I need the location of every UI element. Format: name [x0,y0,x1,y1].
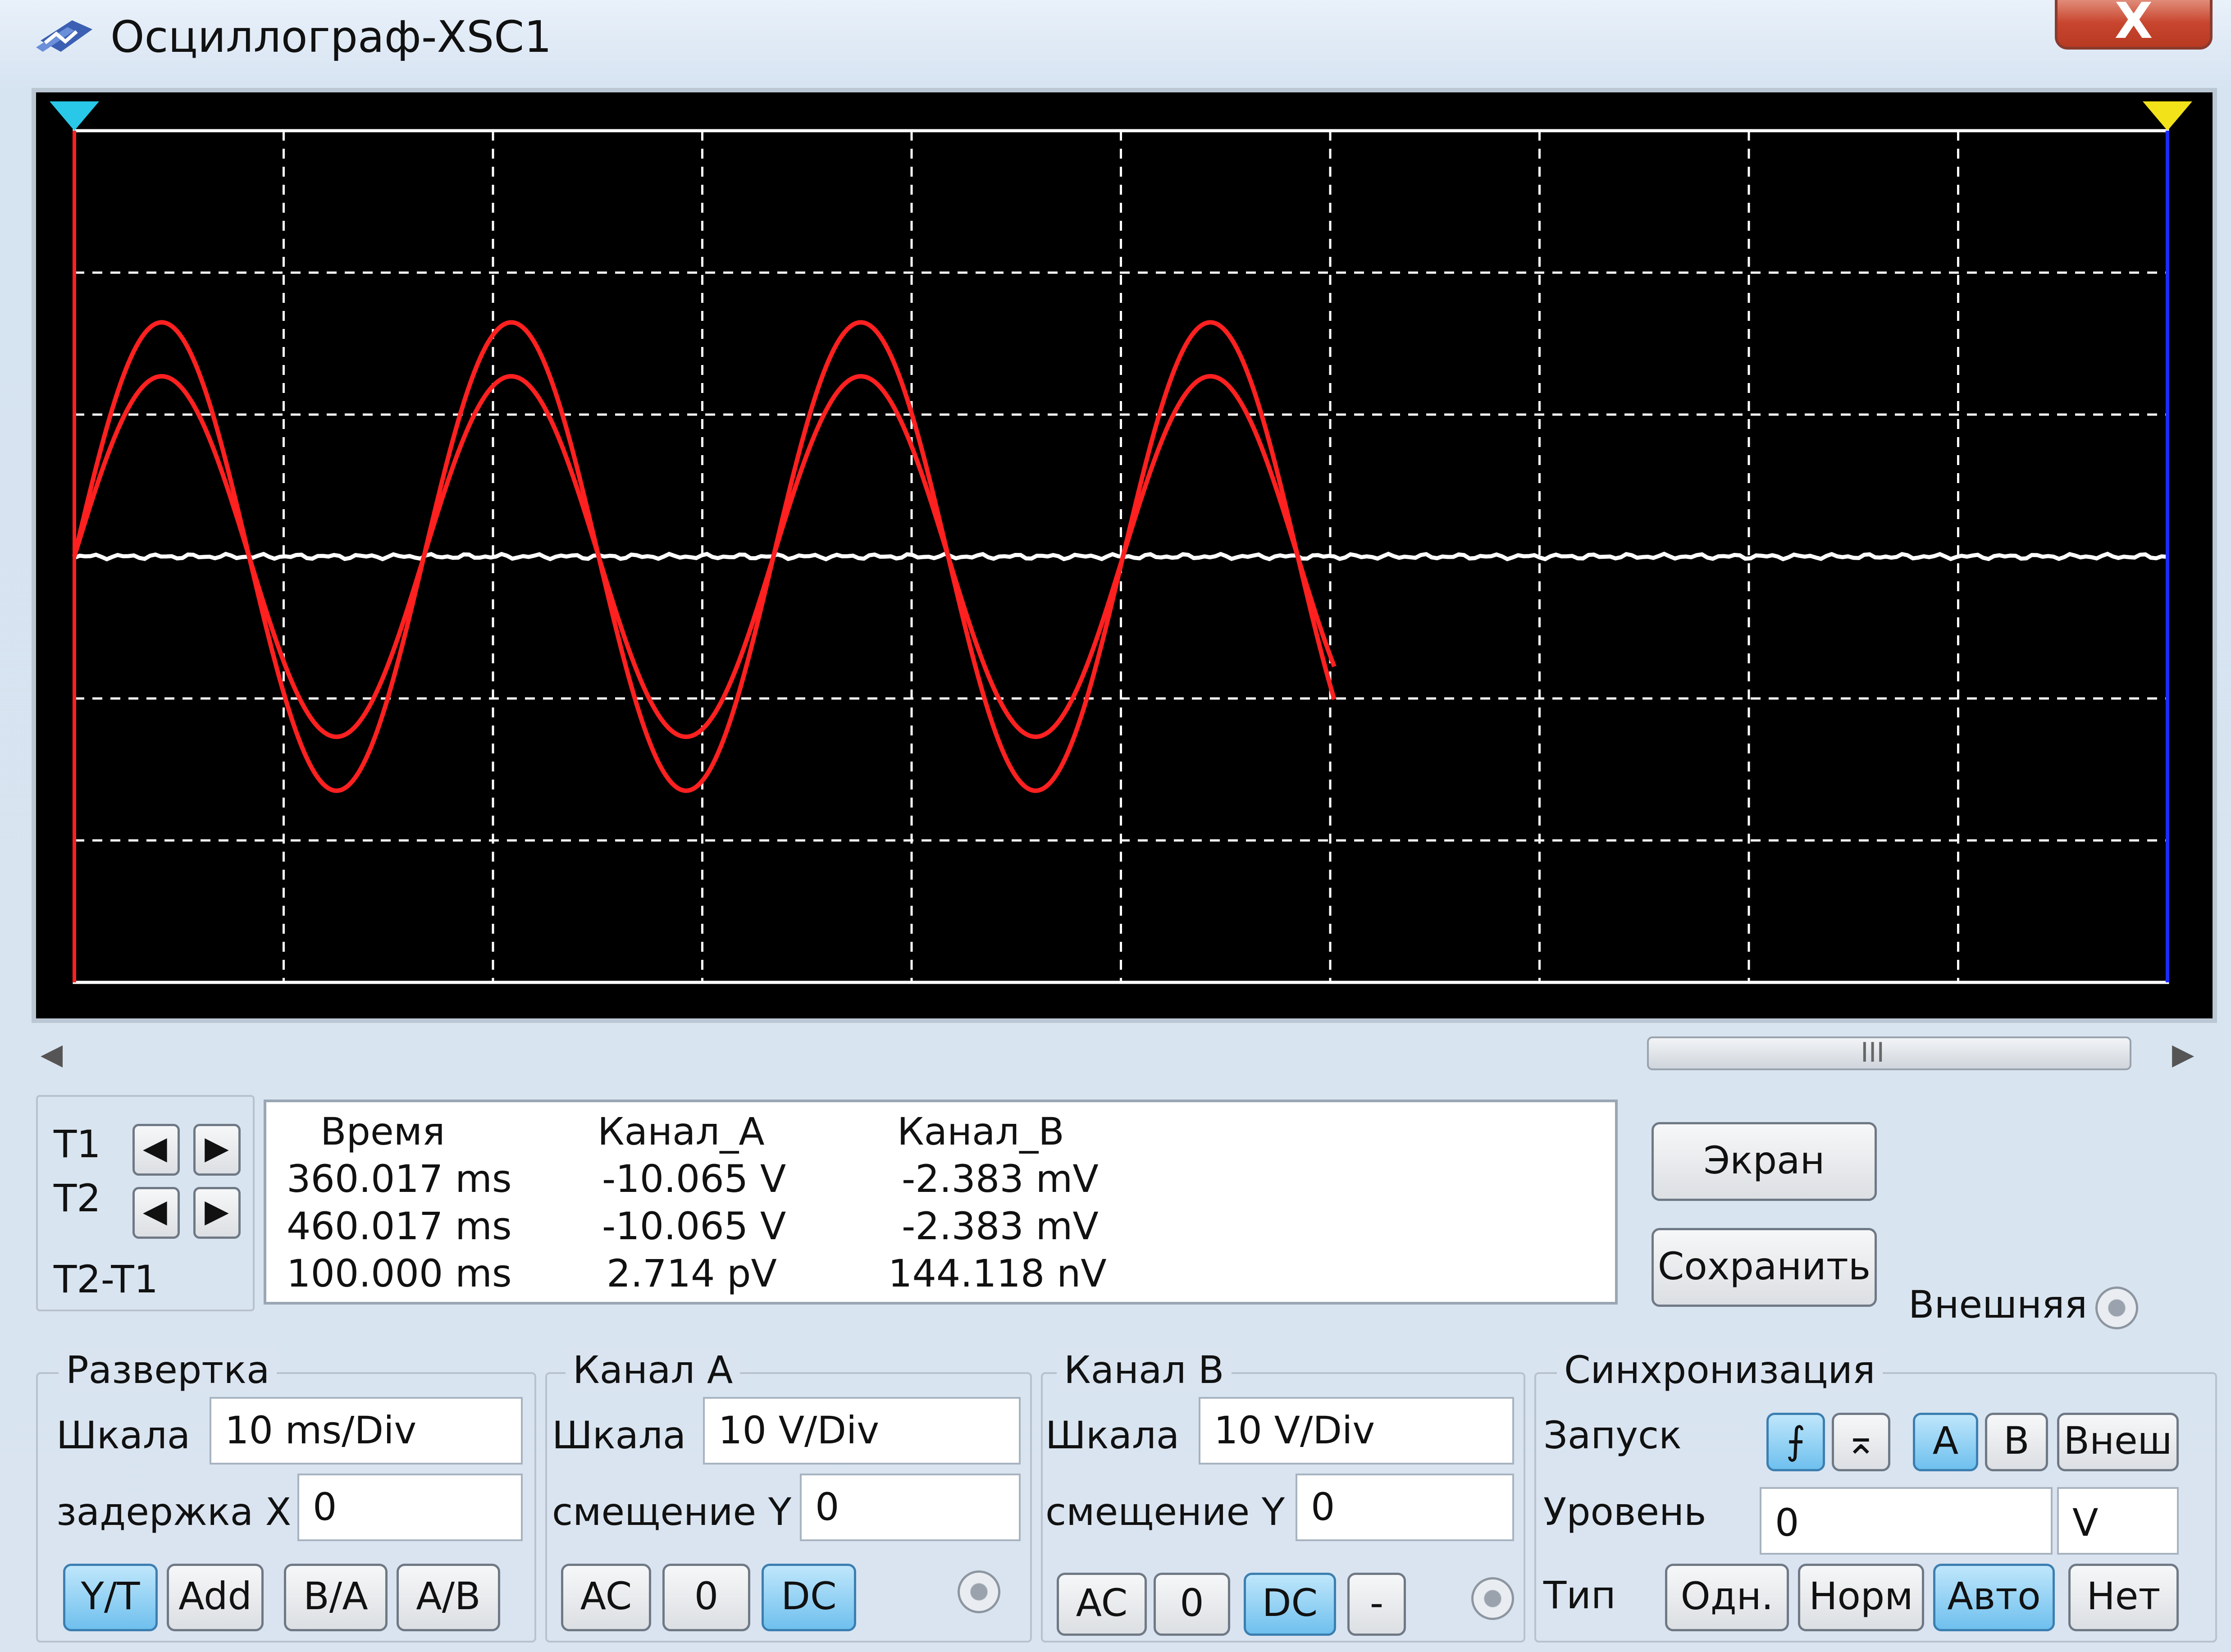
channel-b-title: Канал B [1057,1347,1232,1392]
save-button[interactable]: Сохранить [1652,1228,1877,1307]
trigger-none-button[interactable]: Нет [2068,1564,2179,1631]
arrow-right-icon: ▶ [205,1129,229,1166]
trigger-level-unit[interactable]: V [2057,1487,2179,1555]
trigger-level-label: Уровень [1543,1490,1706,1534]
trigger-type-label: Тип [1543,1573,1616,1617]
trigger-source-b-button[interactable]: B [1985,1413,2048,1471]
oscilloscope-window: Осциллограф-XSC1 X ◀ III ▶ T1 ◀ ▶ T2 ◀ ▶… [0,0,2231,1652]
cursor-t1-label: T1 [54,1122,101,1166]
channel-b-offset-field[interactable]: 0 [1296,1474,1514,1541]
external-trigger-terminal[interactable] [2095,1287,2138,1329]
title-bar: Осциллограф-XSC1 X [0,0,2231,79]
trigger-level-field[interactable]: 0 [1760,1487,2053,1555]
scroll-right-icon[interactable]: ▶ [2172,1032,2194,1077]
readout-header-channel-a: Канал_A [598,1109,765,1154]
arrow-left-icon: ◀ [143,1192,167,1229]
channel-a-title: Канал A [566,1347,740,1392]
cursor-controls: T1 ◀ ▶ T2 ◀ ▶ T2-T1 [36,1095,255,1311]
measurement-readout: Время Канал_A Канал_B 360.017 ms -10.065… [264,1100,1618,1305]
channel-a-scale-field[interactable]: 10 V/Div [703,1397,1021,1465]
sweep-delay-field[interactable]: 0 [297,1474,523,1541]
readout-t2-channel-b: -2.383 mV [902,1204,1099,1248]
scope-display [32,88,2217,1023]
readout-diff-time: 100.000 ms [287,1251,512,1296]
mode-ba-button[interactable]: B/A [284,1564,388,1631]
readout-t2-time: 460.017 ms [287,1204,512,1248]
channel-b-scale-label: Шкала [1045,1413,1180,1457]
channel-a-scale-label: Шкала [552,1413,686,1457]
channel-b-dc-button[interactable]: DC [1244,1573,1336,1636]
readout-t2-channel-a: -10.065 V [602,1204,786,1248]
close-button[interactable]: X [2055,0,2213,50]
readout-header-channel-b: Канал_B [897,1109,1064,1154]
external-trigger-label: Внешняя [1908,1282,2088,1327]
horizontal-scrollbar[interactable]: ◀ III ▶ [32,1030,2217,1079]
trigger-title: Синхронизация [1557,1347,1883,1392]
scope-screen [36,92,2213,1018]
channel-a-offset-field[interactable]: 0 [800,1474,1021,1541]
channel-a-dc-button[interactable]: DC [762,1564,856,1631]
sweep-scale-field[interactable]: 10 ms/Div [210,1397,523,1465]
screen-button[interactable]: Экран [1652,1122,1877,1201]
trigger-rising-edge-button[interactable]: ⨍ [1766,1413,1825,1471]
arrow-right-icon: ▶ [205,1192,229,1229]
trigger-single-button[interactable]: Одн. [1665,1564,1789,1631]
cursor-t2-label: T2 [54,1176,101,1220]
readout-t1-channel-a: -10.065 V [602,1157,786,1201]
arrow-left-icon: ◀ [143,1129,167,1166]
trigger-auto-button[interactable]: Авто [1933,1564,2055,1631]
trigger-source-a-button[interactable]: A [1913,1413,1978,1471]
readout-header-time: Время [320,1109,445,1154]
channel-a-offset-label: смещение Y [552,1490,792,1534]
channel-a-zero-button[interactable]: 0 [662,1564,750,1631]
channel-b-ac-button[interactable]: AC [1057,1573,1147,1636]
readout-t1-time: 360.017 ms [287,1157,512,1201]
t1-left-button[interactable]: ◀ [132,1124,180,1176]
channel-b-offset-label: смещение Y [1045,1490,1285,1534]
channel-a-terminal[interactable] [958,1570,1000,1613]
mode-yt-button[interactable]: Y/T [63,1564,158,1631]
channel-a-ac-button[interactable]: AC [561,1564,651,1631]
mode-add-button[interactable]: Add [167,1564,264,1631]
readout-diff-channel-a: 2.714 pV [607,1251,777,1296]
trigger-normal-button[interactable]: Норм [1798,1564,1924,1631]
trigger-source-ext-button[interactable]: Внеш [2057,1413,2179,1471]
scroll-left-icon[interactable]: ◀ [41,1032,63,1077]
t2-left-button[interactable]: ◀ [132,1187,180,1239]
sweep-scale-label: Шкала [56,1413,191,1457]
mode-ab-button[interactable]: A/B [397,1564,500,1631]
channel-b-invert-button[interactable]: - [1347,1573,1406,1636]
t1-right-button[interactable]: ▶ [193,1124,241,1176]
sweep-title: Развертка [59,1347,277,1392]
trigger-falling-edge-button[interactable]: ⌅ [1832,1413,1890,1471]
channel-b-terminal[interactable] [1471,1577,1514,1620]
rising-edge-icon: ⨍ [1786,1419,1806,1463]
window-title: Осциллограф-XSC1 [110,12,552,62]
sweep-delay-label: задержка X [56,1490,292,1534]
t2-right-button[interactable]: ▶ [193,1187,241,1239]
channel-b-zero-button[interactable]: 0 [1154,1573,1230,1636]
falling-edge-icon: ⌅ [1845,1419,1877,1463]
scroll-grip-icon: III [1861,1037,1885,1068]
trigger-launch-label: Запуск [1543,1413,1682,1457]
oscilloscope-app-icon [36,20,92,52]
cursor-diff-label: T2-T1 [54,1257,159,1301]
readout-t1-channel-b: -2.383 mV [902,1157,1099,1201]
readout-diff-channel-b: 144.118 nV [888,1251,1107,1296]
channel-b-scale-field[interactable]: 10 V/Div [1199,1397,1514,1465]
scroll-thumb[interactable]: III [1647,1036,2131,1070]
